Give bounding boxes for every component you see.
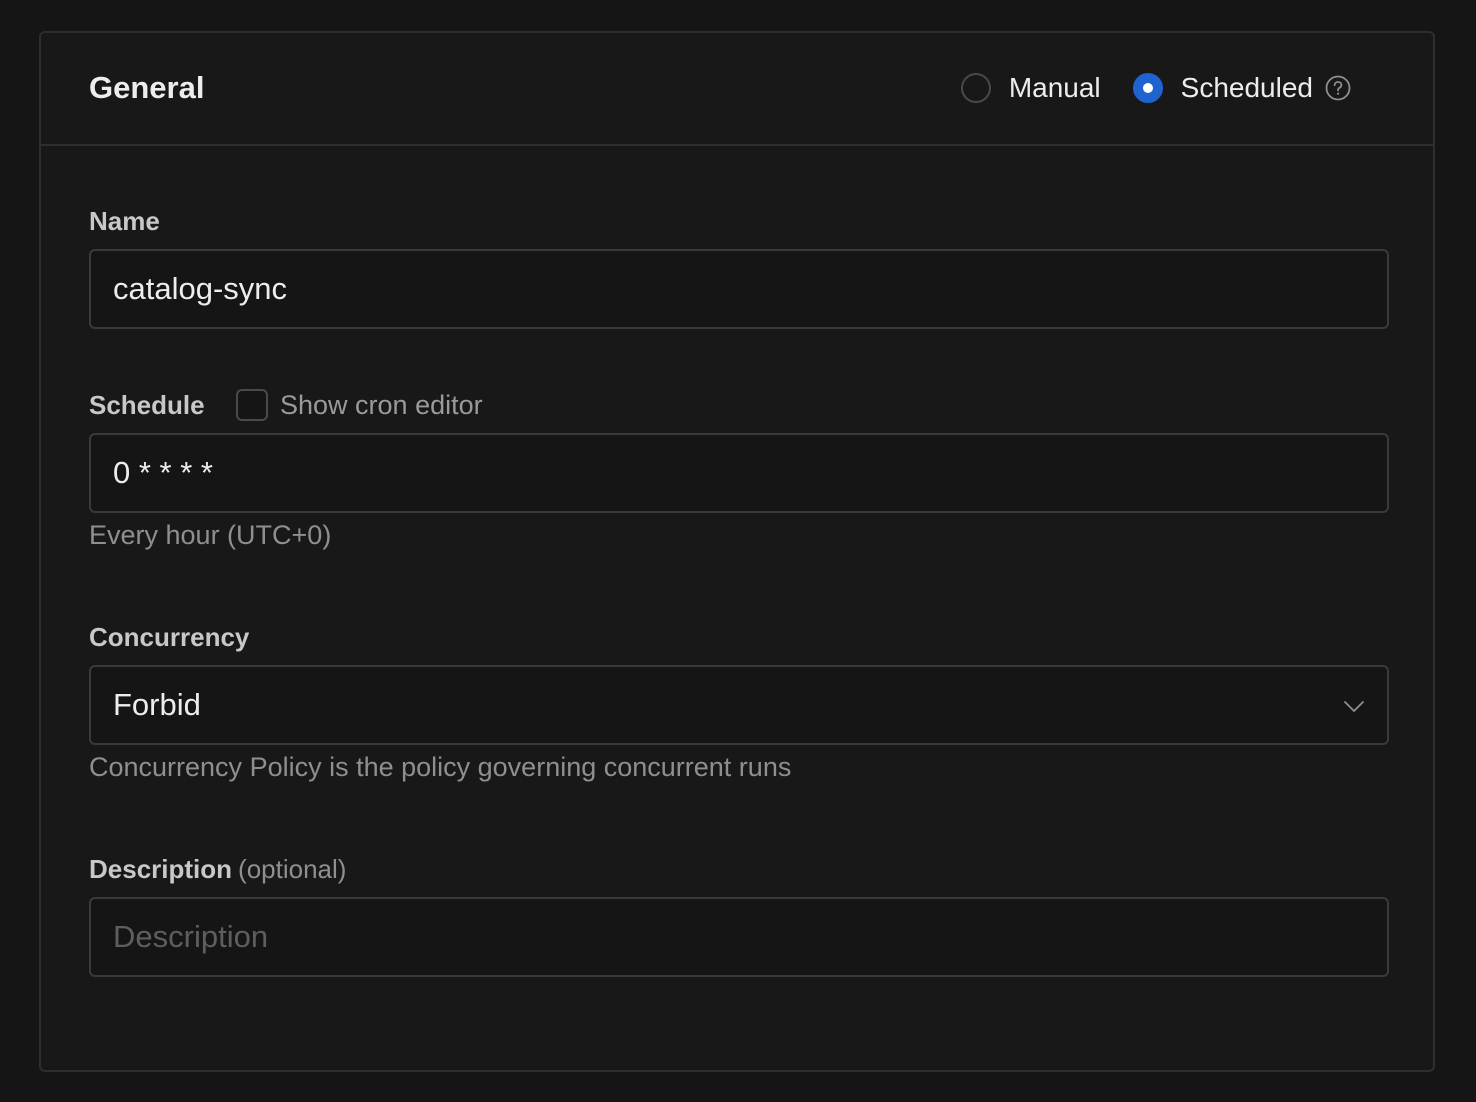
name-label: Name: [89, 206, 160, 236]
concurrency-select[interactable]: Forbid: [89, 665, 1389, 745]
scheduled-radio-label: Scheduled: [1180, 72, 1313, 103]
manual-radio-label: Manual: [1008, 72, 1101, 103]
name-input-value: catalog-sync: [113, 271, 288, 306]
concurrency-helper-text: Concurrency Policy is the policy governi…: [89, 752, 792, 782]
schedule-input-value: 0 * * * *: [113, 455, 213, 490]
optional-tag: (optional): [238, 854, 347, 884]
description-label: Description (optional): [89, 853, 346, 885]
question-circle-icon[interactable]: [1325, 75, 1351, 101]
show-cron-editor-checkbox[interactable]: [236, 389, 268, 421]
scheduled-radio[interactable]: [1132, 73, 1163, 103]
radio-option-manual[interactable]: Manual: [960, 71, 1101, 105]
schedule-input[interactable]: 0 * * * *: [89, 433, 1389, 513]
panel-header: General Manual Scheduled: [41, 33, 1433, 146]
description-input[interactable]: Description: [89, 897, 1389, 977]
description-label-text: Description: [89, 854, 233, 884]
manual-radio[interactable]: [960, 73, 991, 103]
concurrency-label: Concurrency: [89, 622, 250, 652]
show-cron-editor-label: Show cron editor: [280, 390, 483, 420]
panel-title: General: [89, 70, 205, 105]
description-placeholder: Description: [113, 919, 269, 954]
show-cron-editor-option[interactable]: Show cron editor: [236, 389, 483, 421]
schedule-helper-text: Every hour (UTC+0): [89, 520, 332, 550]
chevron-down-icon: [1344, 701, 1364, 712]
concurrency-select-value: Forbid: [113, 687, 201, 722]
general-settings-panel: General Manual Scheduled Name catalog-sy…: [39, 31, 1435, 1072]
radio-option-scheduled[interactable]: Scheduled: [1132, 71, 1351, 105]
name-input[interactable]: catalog-sync: [89, 249, 1389, 329]
schedule-label: Schedule: [89, 390, 205, 420]
run-mode-radio-group: Manual Scheduled: [960, 71, 1351, 105]
